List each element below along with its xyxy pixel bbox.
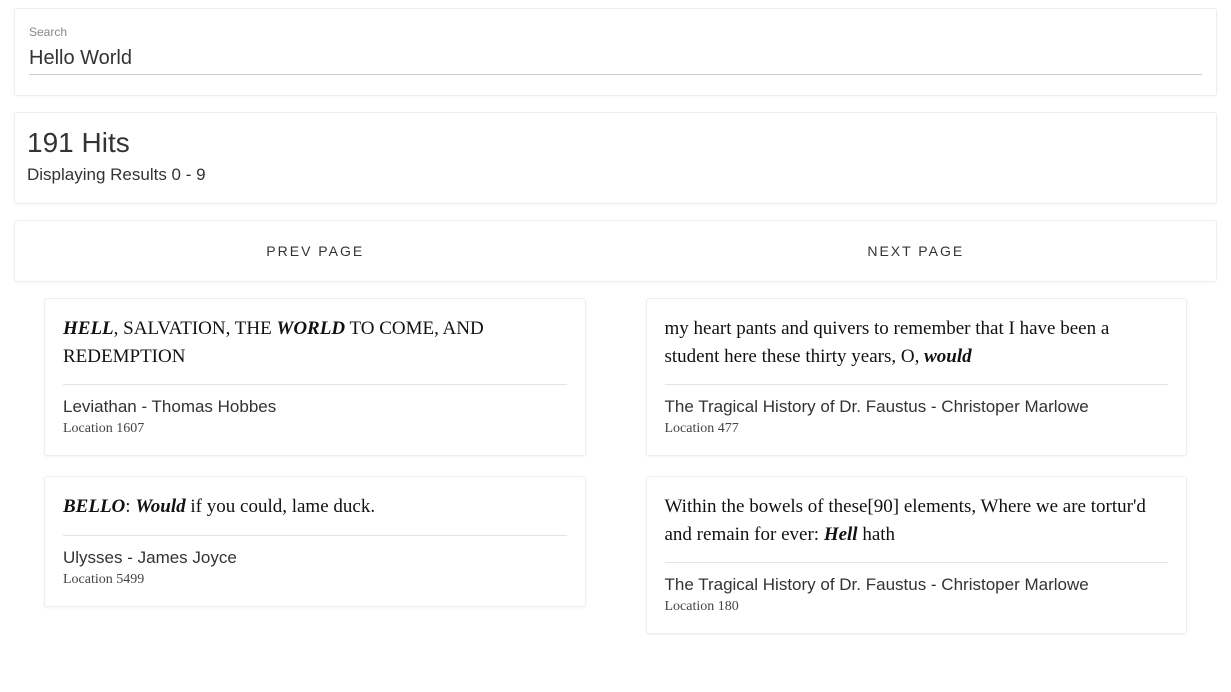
hits-count: 191 Hits [27, 127, 1204, 159]
result-location: Location 1607 [63, 421, 567, 437]
results-column-right: my heart pants and quivers to remember t… [646, 298, 1188, 634]
result-source: The Tragical History of Dr. Faustus - Ch… [665, 397, 1169, 417]
result-source: The Tragical History of Dr. Faustus - Ch… [665, 575, 1169, 595]
result-card[interactable]: BELLO: Would if you could, lame duck. Uly… [44, 476, 586, 607]
result-quote: BELLO: Would if you could, lame duck. [63, 493, 567, 521]
hits-range: Displaying Results 0 - 9 [27, 165, 1204, 185]
result-card[interactable]: Within the bowels of these[90] elements,… [646, 476, 1188, 634]
results-grid: HELL, SALVATION, THE WORLD TO COME, AND … [14, 298, 1217, 634]
search-card: Search [14, 8, 1217, 96]
result-quote: my heart pants and quivers to remember t… [665, 315, 1169, 370]
result-source: Leviathan - Thomas Hobbes [63, 397, 567, 417]
result-quote: Within the bowels of these[90] elements,… [665, 493, 1169, 548]
result-location: Location 477 [665, 421, 1169, 437]
search-label: Search [29, 25, 1202, 39]
result-location: Location 180 [665, 599, 1169, 615]
divider [665, 562, 1169, 563]
prev-page-button[interactable]: PREV PAGE [15, 243, 616, 259]
next-page-button[interactable]: NEXT PAGE [616, 243, 1217, 259]
search-input[interactable] [29, 39, 1202, 75]
pagination-card: PREV PAGE NEXT PAGE [14, 220, 1217, 282]
divider [63, 384, 567, 385]
hits-summary-card: 191 Hits Displaying Results 0 - 9 [14, 112, 1217, 204]
result-quote: HELL, SALVATION, THE WORLD TO COME, AND … [63, 315, 567, 370]
divider [63, 535, 567, 536]
result-card[interactable]: my heart pants and quivers to remember t… [646, 298, 1188, 456]
results-column-left: HELL, SALVATION, THE WORLD TO COME, AND … [44, 298, 586, 634]
result-card[interactable]: HELL, SALVATION, THE WORLD TO COME, AND … [44, 298, 586, 456]
divider [665, 384, 1169, 385]
result-location: Location 5499 [63, 572, 567, 588]
result-source: Ulysses - James Joyce [63, 548, 567, 568]
